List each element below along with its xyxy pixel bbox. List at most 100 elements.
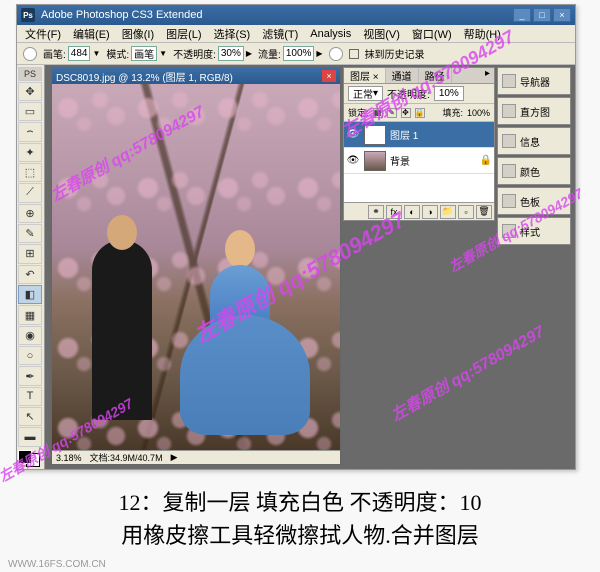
tab-layers[interactable]: 图层 × [344,68,386,83]
info-icon [502,134,516,148]
document-titlebar[interactable]: DSC8019.jpg @ 13.2% (图层 1, RGB/8) × [52,68,340,84]
info-panel[interactable]: 信息 [497,127,571,155]
minimize-button[interactable]: _ [513,8,531,22]
menu-window[interactable]: 窗口(W) [408,26,456,42]
gradient-tool[interactable]: ▦ [18,305,42,324]
document-status-bar: 3.18% 文档:34.9M/40.7M ▶ [52,450,340,464]
brush-label: 画笔: [43,46,66,61]
layer-row[interactable]: 👁 背景 🔒 [344,148,494,174]
erase-history-checkbox[interactable] [349,49,359,59]
wand-tool[interactable]: ✦ [18,143,42,162]
maximize-button[interactable]: □ [533,8,551,22]
menu-layer[interactable]: 图层(L) [162,26,205,42]
pen-tool[interactable]: ✒ [18,366,42,385]
chevron-right-icon[interactable]: ▶ [171,452,178,463]
titlebar[interactable]: Ps Adobe Photoshop CS3 Extended _ □ × [17,5,575,25]
panel-menu-icon[interactable]: ▸ [481,68,494,83]
ps-logo-icon: PS [18,67,42,81]
layer-row[interactable]: 👁 图层 1 [344,122,494,148]
erase-history-label: 抹到历史记录 [365,46,425,61]
shape-tool[interactable]: ▬ [18,427,42,446]
color-panel[interactable]: 颜色 [497,157,571,185]
styles-panel[interactable]: 样式 [497,217,571,245]
visibility-icon[interactable]: 👁 [346,154,360,168]
slice-tool[interactable]: ⟋ [18,183,42,202]
menu-image[interactable]: 图像(I) [118,26,158,42]
chevron-down-icon[interactable]: ▼ [92,49,100,58]
styles-icon [502,224,516,238]
layer-opacity-label: 不透明度: [387,86,430,101]
doc-close-button[interactable]: × [322,70,336,82]
zoom-value[interactable]: 3.18% [56,453,82,463]
lock-icon: 🔒 [480,155,492,166]
link-layers-icon[interactable]: ⚭ [368,205,384,219]
canvas-area: DSC8019.jpg @ 13.2% (图层 1, RGB/8) × 3.18… [45,65,575,469]
menu-file[interactable]: 文件(F) [21,26,65,42]
color-swatch[interactable] [18,450,40,467]
swatches-icon [502,194,516,208]
layer-opacity-input[interactable]: 10% [434,86,464,101]
move-tool[interactable]: ✥ [18,82,42,101]
filesize-value: 文档:34.9M/40.7M [90,451,163,464]
workspace: PS ✥ ▭ ⌢ ✦ ⬚ ⟋ ⊕ ✎ ⊞ ↶ ◧ ▦ ◉ ○ ✒ T ↖ ▬ D… [17,65,575,469]
layer-name[interactable]: 图层 1 [390,127,418,142]
chevron-right-icon[interactable]: ▶ [316,49,322,58]
tab-channels[interactable]: 通道 [386,68,419,83]
lock-label: 锁定: [348,106,369,119]
tab-paths[interactable]: 路径 [419,68,452,83]
opacity-input[interactable]: 30% [218,46,244,61]
history-brush-tool[interactable]: ↶ [18,265,42,284]
heal-tool[interactable]: ⊕ [18,204,42,223]
navigator-panel[interactable]: 导航器 [497,67,571,95]
stamp-tool[interactable]: ⊞ [18,244,42,263]
mode-label: 模式: [106,46,129,61]
airbrush-icon[interactable] [329,47,343,61]
lasso-tool[interactable]: ⌢ [18,122,42,141]
tutorial-step-text: 用橡皮擦工具轻微擦拭人物.合并图层 [0,518,600,550]
app-title: Adobe Photoshop CS3 Extended [41,9,202,21]
adjustment-icon[interactable]: ◑ [422,205,438,219]
menu-view[interactable]: 视图(V) [359,26,404,42]
lock-transparency-icon[interactable]: ▦ [373,108,383,118]
trash-icon[interactable]: 🗑 [476,205,492,219]
canvas[interactable] [52,84,340,450]
visibility-icon[interactable]: 👁 [346,128,360,142]
mask-icon[interactable]: ◐ [404,205,420,219]
brush-size-input[interactable]: 484 [68,46,91,61]
brush-tool[interactable]: ✎ [18,224,42,243]
group-icon[interactable]: 📁 [440,205,456,219]
crop-tool[interactable]: ⬚ [18,163,42,182]
bottom-watermark: WWW.16FS.COM.CN [8,559,106,570]
menu-filter[interactable]: 滤镜(T) [258,26,302,42]
new-layer-icon[interactable]: ▫ [458,205,474,219]
layer-thumbnail[interactable] [364,125,386,145]
menu-edit[interactable]: 编辑(E) [69,26,114,42]
layer-thumbnail[interactable] [364,151,386,171]
menu-help[interactable]: 帮助(H) [460,26,505,42]
lock-all-icon[interactable]: 🔒 [415,108,425,118]
layer-name[interactable]: 背景 [390,153,410,168]
path-tool[interactable]: ↖ [18,407,42,426]
menu-select[interactable]: 选择(S) [210,26,255,42]
menu-analysis[interactable]: Analysis [306,28,355,40]
swatches-panel[interactable]: 色板 [497,187,571,215]
blend-mode-select[interactable]: 正常 ▾ [348,86,383,101]
fx-icon[interactable]: fx [386,205,402,219]
fill-label: 填充: [442,106,463,119]
blur-tool[interactable]: ◉ [18,326,42,345]
fill-input[interactable]: 100% [467,108,490,118]
lock-position-icon[interactable]: ✥ [401,108,411,118]
chevron-down-icon[interactable]: ▼ [159,49,167,58]
eraser-icon[interactable] [23,47,37,61]
eraser-tool[interactable]: ◧ [18,285,42,304]
chevron-right-icon[interactable]: ▶ [246,49,252,58]
dodge-tool[interactable]: ○ [18,346,42,365]
type-tool[interactable]: T [18,387,42,406]
flow-input[interactable]: 100% [283,46,315,61]
close-button[interactable]: × [553,8,571,22]
marquee-tool[interactable]: ▭ [18,102,42,121]
mode-select[interactable]: 画笔 [131,46,157,61]
lock-pixels-icon[interactable]: ✎ [387,108,397,118]
layers-panel: 图层 × 通道 路径 ▸ 正常 ▾ 不透明度: 10% 锁定: ▦ [343,67,495,221]
histogram-panel[interactable]: 直方图 [497,97,571,125]
